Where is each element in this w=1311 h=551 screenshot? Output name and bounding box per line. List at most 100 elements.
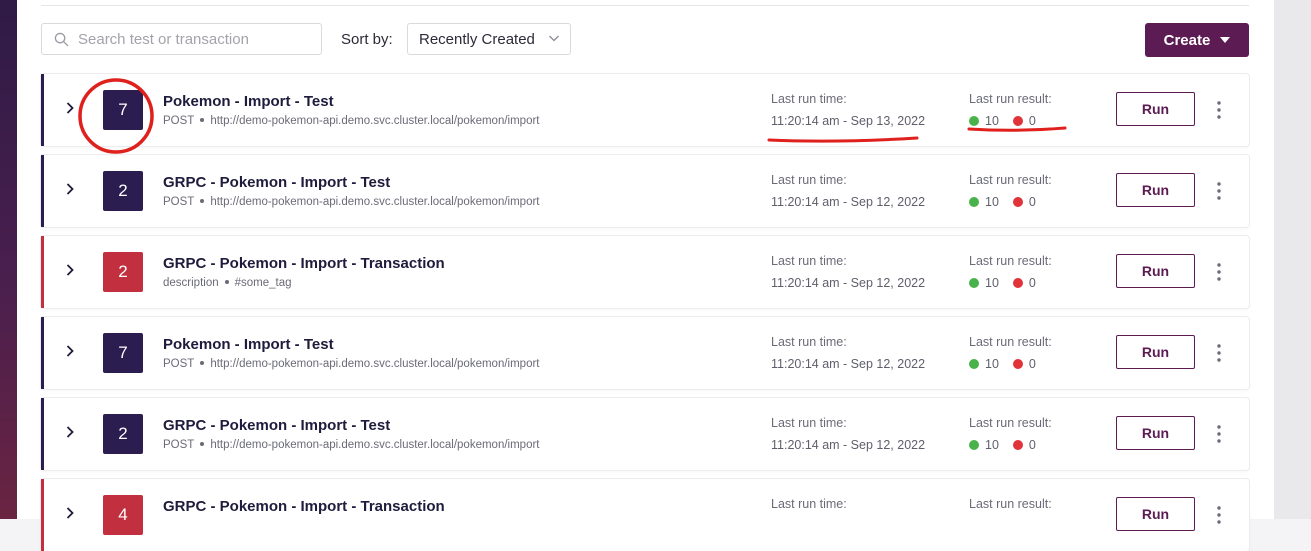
item-title[interactable]: GRPC - Pokemon - Import - Test <box>163 417 390 434</box>
list-item[interactable]: 7 Pokemon - Import - Test POST http://dem… <box>41 317 1249 389</box>
sort-select[interactable]: Recently Created <box>407 23 571 55</box>
last-run-time-label: Last run time: <box>771 335 847 349</box>
more-options-icon[interactable] <box>1213 505 1225 525</box>
separator-dot <box>200 198 205 203</box>
run-count-badge: 2 <box>103 414 143 454</box>
fail-dot-icon <box>1012 116 1023 126</box>
item-title[interactable]: Pokemon - Import - Test <box>163 93 334 110</box>
last-run-time-value: 11:20:14 am - Sep 12, 2022 <box>771 357 926 371</box>
search-box[interactable] <box>41 23 322 55</box>
list-item[interactable]: 7 Pokemon - Import - Test POST http://dem… <box>41 74 1249 146</box>
item-meta-secondary: http://demo-pokemon-api.demo.svc.cluster… <box>210 358 540 370</box>
last-run-result: 10 0 <box>969 195 1036 209</box>
chevron-right-icon[interactable] <box>63 425 77 439</box>
pass-dot-icon <box>969 359 979 369</box>
run-count-badge: 4 <box>103 495 143 535</box>
failed-count: 0 <box>1028 195 1036 209</box>
sort-label: Sort by: <box>341 31 393 48</box>
last-run-time-label: Last run time: <box>771 92 847 106</box>
item-title[interactable]: GRPC - Pokemon - Import - Test <box>163 174 390 191</box>
item-meta: POST http://demo-pokemon-api.demo.svc.clu… <box>163 439 540 451</box>
item-meta: POST http://demo-pokemon-api.demo.svc.clu… <box>163 115 540 127</box>
last-run-time-label: Last run time: <box>771 254 847 268</box>
caret-down-icon <box>1220 37 1231 43</box>
item-title[interactable]: Pokemon - Import - Test <box>163 336 334 353</box>
item-meta: description #some_tag <box>163 277 292 289</box>
run-count-badge: 7 <box>103 90 143 130</box>
item-meta-secondary: http://demo-pokemon-api.demo.svc.cluster… <box>210 196 540 208</box>
fail-dot-icon <box>1012 278 1023 288</box>
last-run-result: 10 0 <box>969 114 1036 128</box>
fail-dot-icon <box>1012 440 1023 450</box>
last-run-result: 10 0 <box>969 276 1036 290</box>
more-options-icon[interactable] <box>1213 100 1225 120</box>
pass-dot-icon <box>969 440 979 450</box>
create-button[interactable]: Create <box>1145 23 1249 57</box>
more-options-icon[interactable] <box>1213 181 1225 201</box>
last-run-time-value: 11:20:14 am - Sep 12, 2022 <box>771 276 926 290</box>
last-run-result: 10 0 <box>969 357 1036 371</box>
last-run-result-label: Last run result: <box>969 254 1052 268</box>
more-options-icon[interactable] <box>1213 343 1225 363</box>
list-item[interactable]: 2 GRPC - Pokemon - Import - Transaction … <box>41 236 1249 308</box>
last-run-result-label: Last run result: <box>969 92 1052 106</box>
last-run-result-label: Last run result: <box>969 173 1052 187</box>
item-kind-accent <box>41 236 44 308</box>
chevron-right-icon[interactable] <box>63 263 77 277</box>
run-button[interactable]: Run <box>1116 92 1195 126</box>
chevron-right-icon[interactable] <box>63 344 77 358</box>
separator-dot <box>200 441 205 446</box>
passed-count: 10 <box>985 276 999 290</box>
last-run-result: 10 0 <box>969 438 1036 452</box>
run-button[interactable]: Run <box>1116 173 1195 207</box>
chevron-right-icon[interactable] <box>63 101 77 115</box>
scroll-gutter <box>1274 0 1311 519</box>
separator-dot <box>200 360 205 365</box>
fail-dot-icon <box>1012 359 1023 369</box>
item-meta-secondary: #some_tag <box>234 277 292 289</box>
pass-dot-icon <box>969 197 979 207</box>
passed-count: 10 <box>985 195 999 209</box>
pass-dot-icon <box>969 116 979 126</box>
failed-count: 0 <box>1028 357 1036 371</box>
item-kind-accent <box>41 479 44 551</box>
last-run-result-label: Last run result: <box>969 416 1052 430</box>
sort-value: Recently Created <box>419 30 535 48</box>
run-button[interactable]: Run <box>1116 335 1195 369</box>
chevron-right-icon[interactable] <box>63 182 77 196</box>
passed-count: 10 <box>985 114 999 128</box>
item-title[interactable]: GRPC - Pokemon - Import - Transaction <box>163 255 445 272</box>
chevron-right-icon[interactable] <box>63 506 77 520</box>
search-input[interactable] <box>76 29 310 49</box>
item-meta-primary: description <box>163 277 219 289</box>
last-run-time-label: Last run time: <box>771 497 847 511</box>
last-run-time-value: 11:20:14 am - Sep 13, 2022 <box>771 114 926 128</box>
item-meta: POST http://demo-pokemon-api.demo.svc.clu… <box>163 196 540 208</box>
item-meta-secondary: http://demo-pokemon-api.demo.svc.cluster… <box>210 439 540 451</box>
item-meta-primary: POST <box>163 439 195 451</box>
more-options-icon[interactable] <box>1213 262 1225 282</box>
item-kind-accent <box>41 74 44 146</box>
passed-count: 10 <box>985 438 999 452</box>
divider <box>41 5 1249 6</box>
run-button[interactable]: Run <box>1116 254 1195 288</box>
search-icon <box>54 32 69 46</box>
list-item[interactable]: 2 GRPC - Pokemon - Import - Test POST htt… <box>41 155 1249 227</box>
test-list-panel: Sort by: Recently Created Create 7 Pokem… <box>17 0 1274 551</box>
item-title[interactable]: GRPC - Pokemon - Import - Transaction <box>163 498 445 515</box>
list-item[interactable]: 4 GRPC - Pokemon - Import - Transaction … <box>41 479 1249 551</box>
separator-dot <box>200 117 205 122</box>
last-run-time-label: Last run time: <box>771 416 847 430</box>
fail-dot-icon <box>1012 197 1023 207</box>
last-run-result-label: Last run result: <box>969 497 1052 511</box>
last-run-result-label: Last run result: <box>969 335 1052 349</box>
last-run-time-label: Last run time: <box>771 173 847 187</box>
run-count-badge: 2 <box>103 171 143 211</box>
run-button[interactable]: Run <box>1116 497 1195 531</box>
more-options-icon[interactable] <box>1213 424 1225 444</box>
run-button[interactable]: Run <box>1116 416 1195 450</box>
create-button-label: Create <box>1163 31 1211 49</box>
run-count-badge: 7 <box>103 333 143 373</box>
list-item[interactable]: 2 GRPC - Pokemon - Import - Test POST htt… <box>41 398 1249 470</box>
chevron-down-icon <box>549 35 559 42</box>
